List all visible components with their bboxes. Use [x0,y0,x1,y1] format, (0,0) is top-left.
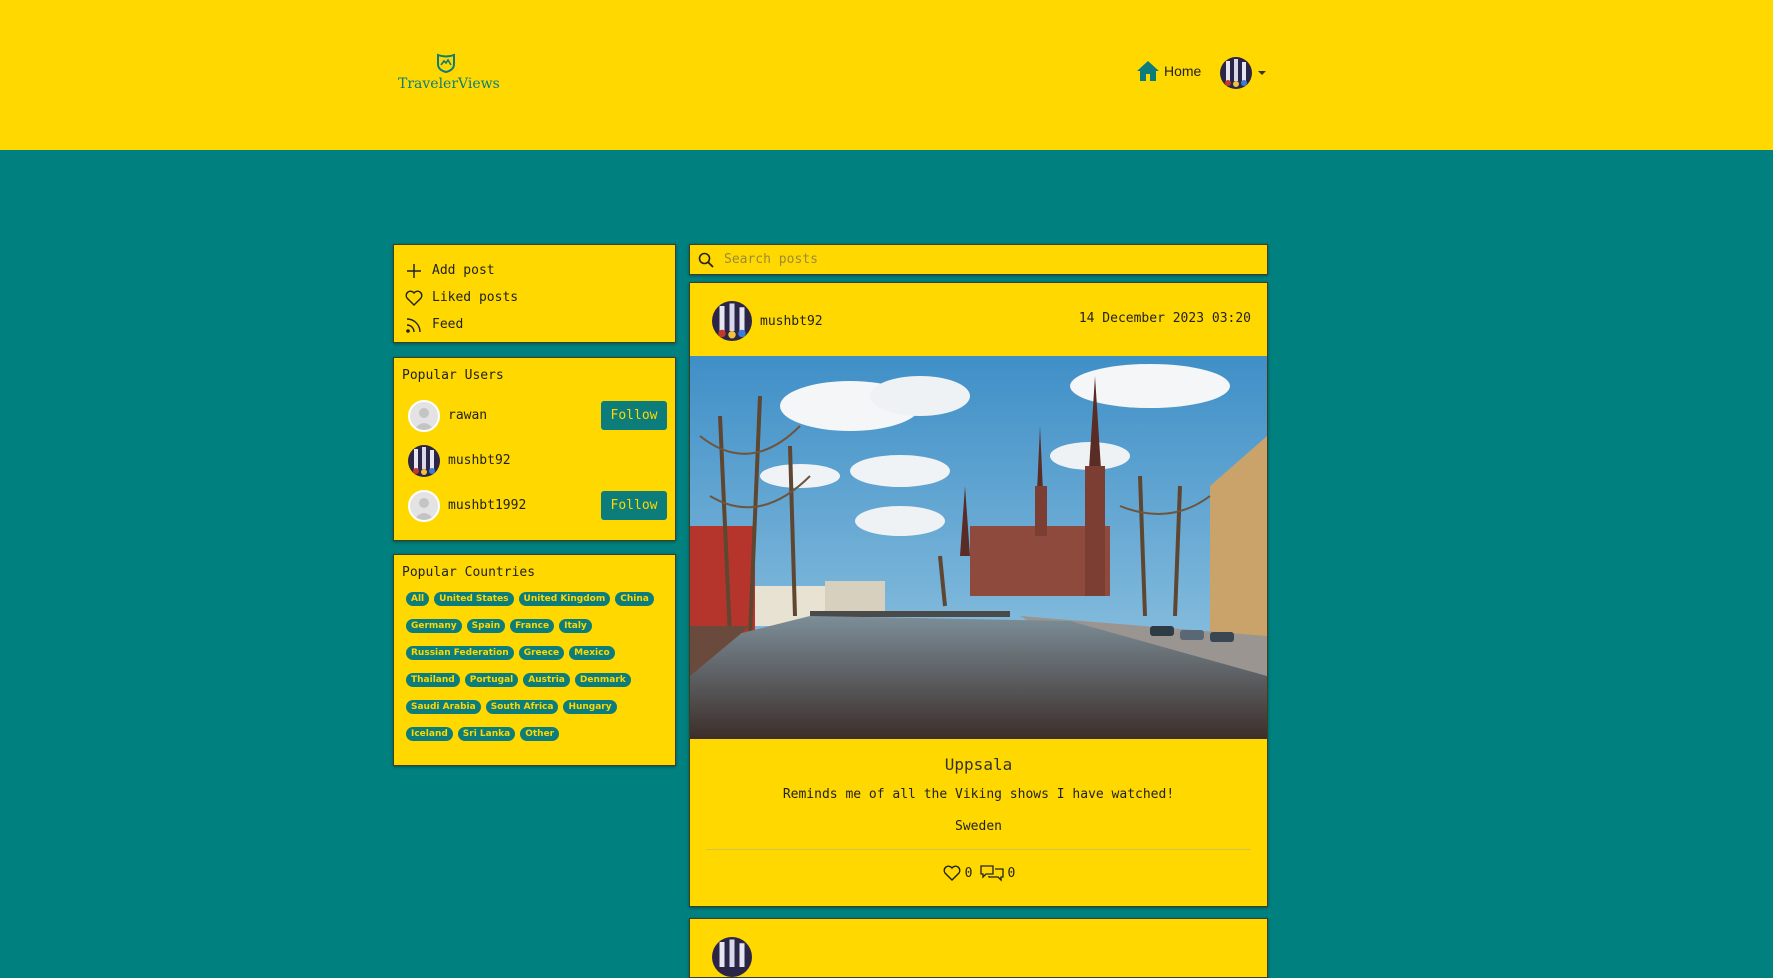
avatar [1220,57,1252,89]
avatar[interactable] [712,937,752,977]
top-navbar: TravelerViews Home [0,0,1773,150]
menu-item-feed[interactable]: Feed [404,311,665,338]
country-chip[interactable]: Hungary [563,700,617,714]
comments-icon [979,865,1004,882]
popular-users-panel: Popular Users rawan Follow mushbt92 mush… [393,357,676,541]
rss-icon [406,317,421,333]
avatar[interactable] [408,489,440,522]
comments-button[interactable]: 0 [979,863,1016,883]
search-bar [689,244,1268,275]
brand-name: TravelerViews [398,76,500,92]
country-chip[interactable]: Germany [406,619,462,633]
country-chip[interactable]: All [406,592,430,606]
follow-button[interactable]: Follow [601,491,667,520]
chevron-down-icon [1258,71,1266,75]
menu-item-label: Feed [432,317,464,332]
country-chip[interactable]: Greece [518,646,565,660]
heart-icon [405,290,423,306]
user-menu-toggle[interactable] [1220,57,1266,89]
post-author: mushbt92 [712,301,823,341]
post-card [689,918,1268,978]
comment-count: 0 [1007,865,1016,881]
list-item: mushbt92 [402,438,667,483]
country-chip[interactable]: Saudi Arabia [406,700,481,714]
post-author-name[interactable]: mushbt92 [760,314,823,329]
country-chip[interactable]: Other [520,727,560,741]
country-chip[interactable]: Mexico [569,646,615,660]
country-chip[interactable]: Denmark [574,673,631,687]
country-chip[interactable]: Iceland [406,727,453,741]
user-name[interactable]: mushbt1992 [448,498,601,513]
popular-countries-panel: Popular Countries All United States Unit… [393,554,676,766]
list-item: rawan Follow [402,393,667,438]
country-chip[interactable]: United States [434,592,514,606]
post-actions: 0 0 [690,863,1267,883]
divider [706,849,1251,850]
post-image[interactable] [690,356,1267,739]
avatar[interactable] [408,399,440,432]
post-title: Uppsala [944,755,1013,774]
country-chip[interactable]: Sri Lanka [457,727,516,741]
nav-home-link[interactable]: Home [1136,60,1201,82]
menu-item-label: Liked posts [432,290,519,305]
user-placeholder-icon [414,497,434,520]
sidebar-menu: Add post Liked posts Feed [393,244,676,343]
country-chip[interactable]: China [615,592,654,606]
country-chip[interactable]: Russian Federation [406,646,514,660]
country-chip[interactable]: France [510,619,555,633]
menu-item-add-post[interactable]: Add post [404,257,665,284]
country-chip[interactable]: Thailand [406,673,460,687]
nav-home-label: Home [1164,63,1202,79]
country-chip[interactable]: Austria [523,673,570,687]
search-input[interactable] [724,252,1244,267]
post-timestamp: 14 December 2023 03:20 [1078,311,1251,326]
like-count: 0 [964,865,973,881]
avatar[interactable] [408,444,440,477]
user-placeholder-icon [414,407,434,430]
popular-users-title: Popular Users [402,368,504,383]
country-chip[interactable]: United Kingdom [518,592,611,606]
post-country: Sweden [955,819,1002,834]
country-chip-list: All United States United Kingdom China G… [402,590,667,743]
post-author [712,937,752,977]
post-body: Reminds me of all the Viking shows I hav… [782,787,1175,802]
country-chip[interactable]: Spain [466,619,506,633]
menu-item-liked-posts[interactable]: Liked posts [404,284,665,311]
brand-emblem-icon [437,53,455,74]
list-item: mushbt1992 Follow [402,483,667,528]
follow-button[interactable]: Follow [601,401,667,430]
brand-logo[interactable]: TravelerViews [398,52,500,92]
home-icon [1137,61,1159,81]
user-name[interactable]: rawan [448,408,601,423]
post-card: mushbt92 14 December 2023 03:20 Uppsala … [689,282,1268,907]
heart-icon [943,865,961,881]
plus-icon [407,263,421,278]
user-name[interactable]: mushbt92 [448,453,667,468]
country-chip[interactable]: Portugal [464,673,519,687]
avatar[interactable] [712,301,752,341]
country-chip[interactable]: South Africa [485,700,559,714]
country-chip[interactable]: Italy [559,619,592,633]
popular-countries-title: Popular Countries [402,565,536,580]
like-button[interactable]: 0 [942,864,973,882]
menu-item-label: Add post [432,263,495,278]
search-icon [698,252,714,268]
